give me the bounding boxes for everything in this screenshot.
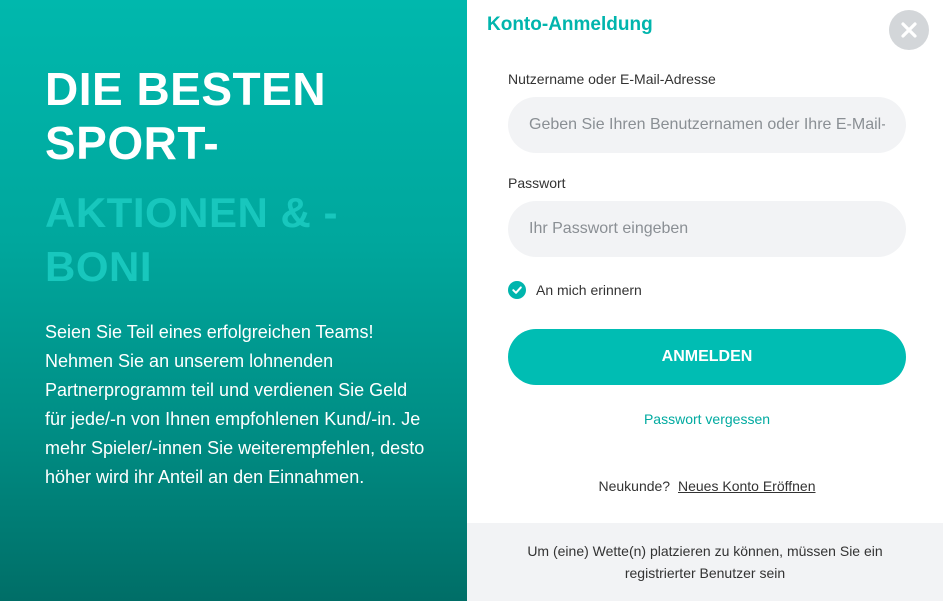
promo-description: Seien Sie Teil eines erfolgreichen Teams… xyxy=(45,322,425,487)
login-title: Konto-Anmeldung xyxy=(487,14,653,35)
new-customer-row: Neukunde? Neues Konto Eröffnen xyxy=(508,478,906,494)
new-customer-text: Neukunde? xyxy=(598,478,671,494)
remember-me-checkbox[interactable] xyxy=(508,281,526,299)
close-button[interactable] xyxy=(889,10,929,50)
login-panel: Konto-Anmeldung Nutzername oder E-Mail-A… xyxy=(467,0,943,601)
registration-note: Um (eine) Wette(n) platzieren zu können,… xyxy=(467,523,943,601)
open-new-account-link[interactable]: Neues Konto Eröffnen xyxy=(678,478,816,494)
headline-line-2: SPORT- xyxy=(45,117,220,169)
close-icon xyxy=(901,22,917,38)
headline-line-1: DIE BESTEN xyxy=(45,63,327,115)
promo-headline: DIE BESTEN SPORT- AKTIONEN & - BONI xyxy=(45,62,445,294)
username-input[interactable] xyxy=(508,97,906,153)
remember-me-row: An mich erinnern xyxy=(508,281,642,299)
checkmark-icon xyxy=(512,286,522,294)
headline-accent-line-2: BONI xyxy=(45,243,152,290)
login-button[interactable]: ANMELDEN xyxy=(508,329,906,385)
registration-note-text: Um (eine) Wette(n) platzieren zu können,… xyxy=(527,543,883,581)
username-label: Nutzername oder E-Mail-Adresse xyxy=(508,71,716,87)
forgot-password-link[interactable]: Passwort vergessen xyxy=(508,411,906,427)
promo-panel: DIE BESTEN SPORT- AKTIONEN & - BONI Seie… xyxy=(0,0,467,601)
password-input[interactable] xyxy=(508,201,906,257)
password-label: Passwort xyxy=(508,175,566,191)
remember-me-label: An mich erinnern xyxy=(536,282,642,298)
headline-accent-line-1: AKTIONEN & - xyxy=(45,189,338,236)
